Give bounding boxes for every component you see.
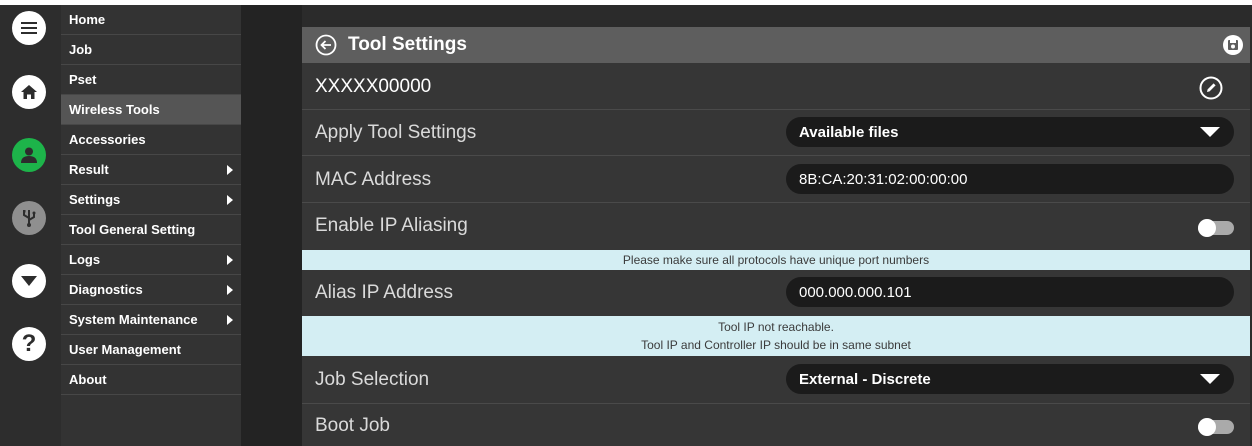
menu-item-system-maintenance[interactable]: System Maintenance — [61, 305, 241, 335]
boot-job-row: Boot Job — [302, 404, 1250, 446]
boot-job-toggle[interactable] — [1198, 418, 1234, 436]
menu-item-label: System Maintenance — [69, 312, 198, 327]
ip-warning-line2: Tool IP and Controller IP should be in s… — [641, 338, 911, 352]
job-selection-value: External - Discrete — [799, 370, 931, 388]
home-icon[interactable] — [12, 75, 46, 109]
menu-item-about[interactable]: About — [61, 365, 241, 395]
chevron-right-icon — [227, 285, 233, 295]
menu-item-label: User Management — [69, 342, 181, 357]
port-warning-text: Please make sure all protocols have uniq… — [622, 253, 930, 267]
dropdown-circle-icon[interactable] — [12, 264, 46, 298]
menu-item-label: Job — [69, 42, 93, 57]
alias-ip-value: 000.000.000.101 — [799, 283, 912, 301]
ip-warning-line1: Tool IP not reachable. — [718, 320, 834, 334]
job-selection-label: Job Selection — [315, 369, 430, 390]
apply-tool-settings-value: Available files — [799, 123, 899, 141]
toggle-knob — [1198, 418, 1216, 436]
menu-item-label: About — [69, 372, 107, 387]
apply-tool-settings-dropdown[interactable]: Available files — [786, 117, 1234, 147]
menu-item-label: Diagnostics — [69, 282, 143, 297]
menu-item-label: Logs — [69, 252, 101, 267]
chevron-down-icon — [1200, 127, 1220, 137]
tool-settings-panel: Tool Settings XXXXX00000 Apply Tool Sett… — [302, 27, 1250, 446]
menu-item-diagnostics[interactable]: Diagnostics — [61, 275, 241, 305]
job-selection-row: Job Selection External - Discrete — [302, 356, 1250, 404]
apply-tool-settings-row: Apply Tool Settings Available files — [302, 109, 1250, 156]
mac-address-value: 8B:CA:20:31:02:00:00:00 — [799, 170, 968, 188]
mac-address-label: MAC Address — [315, 169, 432, 190]
ip-warning-banner: Tool IP not reachable. Tool IP and Contr… — [302, 316, 1250, 356]
tool-id: XXXXX00000 — [315, 76, 432, 97]
chevron-right-icon — [227, 165, 233, 175]
alias-ip-field[interactable]: 000.000.000.101 — [786, 277, 1234, 307]
help-icon[interactable]: ? — [12, 327, 46, 361]
menu-item-pset[interactable]: Pset — [61, 65, 241, 95]
boot-job-label: Boot Job — [315, 415, 390, 436]
menu-item-label: Tool General Setting — [69, 222, 196, 237]
user-icon[interactable] — [12, 138, 46, 172]
menu-item-logs[interactable]: Logs — [61, 245, 241, 275]
menu-item-home[interactable]: Home — [61, 5, 241, 35]
apply-tool-settings-label: Apply Tool Settings — [315, 122, 477, 143]
menu-item-label: Settings — [69, 192, 121, 207]
edit-icon[interactable] — [1199, 76, 1223, 100]
chevron-right-icon — [227, 315, 233, 325]
chevron-right-icon — [227, 195, 233, 205]
chevron-down-icon — [1200, 374, 1220, 384]
alias-ip-row: Alias IP Address 000.000.000.101 — [302, 270, 1250, 315]
save-icon[interactable] — [1222, 34, 1244, 56]
alias-ip-label: Alias IP Address — [315, 282, 454, 303]
mac-address-row: MAC Address 8B:CA:20:31:02:00:00:00 — [302, 156, 1250, 203]
chevron-right-icon — [227, 255, 233, 265]
ip-aliasing-label: Enable IP Aliasing — [315, 215, 468, 236]
menu-item-label: Result — [69, 162, 109, 177]
page-title: Tool Settings — [348, 34, 467, 55]
menu-item-job[interactable]: Job — [61, 35, 241, 65]
toggle-knob — [1198, 219, 1216, 237]
ip-aliasing-row: Enable IP Aliasing — [302, 203, 1250, 249]
menu-item-label: Accessories — [69, 132, 146, 147]
tool-id-row: XXXXX00000 — [302, 63, 1250, 110]
hamburger-menu-icon[interactable] — [12, 11, 46, 45]
menu-item-label: Wireless Tools — [69, 102, 160, 117]
menu-item-settings[interactable]: Settings — [61, 185, 241, 215]
usb-icon[interactable] — [12, 201, 46, 235]
menu-item-accessories[interactable]: Accessories — [61, 125, 241, 155]
mac-address-field[interactable]: 8B:CA:20:31:02:00:00:00 — [786, 164, 1234, 194]
ip-aliasing-toggle[interactable] — [1198, 219, 1234, 237]
job-selection-dropdown[interactable]: External - Discrete — [786, 364, 1234, 394]
panel-header: Tool Settings — [302, 27, 1250, 63]
icon-sidebar: ? — [0, 5, 61, 446]
port-warning-banner: Please make sure all protocols have uniq… — [302, 250, 1250, 270]
menu-item-label: Home — [69, 12, 106, 27]
menu-divider-space — [241, 5, 302, 446]
navigation-menu: Home Job Pset Wireless Tools Accessories Resu… — [61, 5, 241, 446]
menu-item-label: Pset — [69, 72, 97, 87]
menu-item-wireless-tools[interactable]: Wireless Tools — [61, 95, 241, 125]
menu-item-user-management[interactable]: User Management — [61, 335, 241, 365]
menu-item-result[interactable]: Result — [61, 155, 241, 185]
back-arrow-icon[interactable] — [315, 34, 337, 56]
menu-item-tool-general-setting[interactable]: Tool General Setting — [61, 215, 241, 245]
